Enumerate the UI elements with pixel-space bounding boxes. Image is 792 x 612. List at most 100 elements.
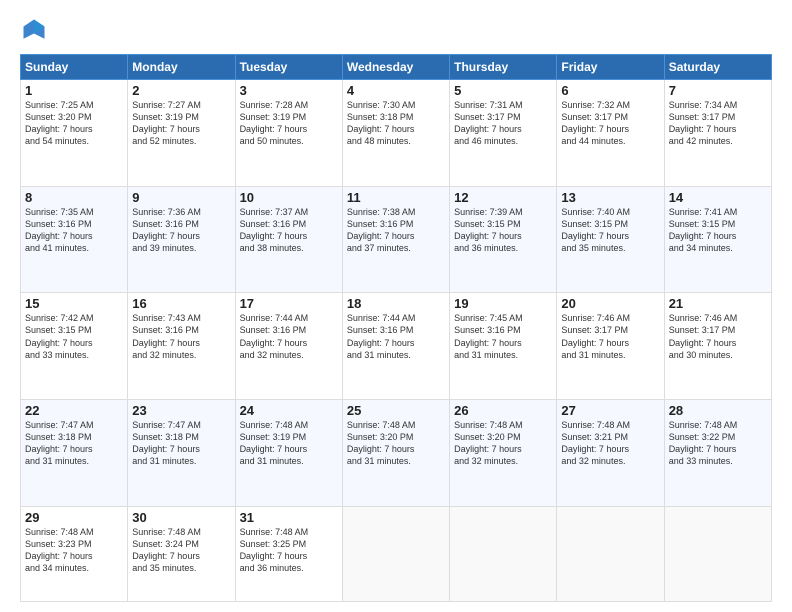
calendar-cell <box>450 506 557 601</box>
cell-info: Sunrise: 7:35 AMSunset: 3:16 PMDaylight:… <box>25 206 123 255</box>
cell-info: Sunrise: 7:48 AMSunset: 3:19 PMDaylight:… <box>240 419 338 468</box>
calendar-cell: 3Sunrise: 7:28 AMSunset: 3:19 PMDaylight… <box>235 80 342 187</box>
day-number: 21 <box>669 296 767 311</box>
calendar-cell: 28Sunrise: 7:48 AMSunset: 3:22 PMDayligh… <box>664 399 771 506</box>
day-number: 29 <box>25 510 123 525</box>
calendar-cell: 26Sunrise: 7:48 AMSunset: 3:20 PMDayligh… <box>450 399 557 506</box>
calendar-cell: 10Sunrise: 7:37 AMSunset: 3:16 PMDayligh… <box>235 186 342 293</box>
calendar-cell: 24Sunrise: 7:48 AMSunset: 3:19 PMDayligh… <box>235 399 342 506</box>
cell-info: Sunrise: 7:30 AMSunset: 3:18 PMDaylight:… <box>347 99 445 148</box>
day-number: 18 <box>347 296 445 311</box>
calendar-cell: 20Sunrise: 7:46 AMSunset: 3:17 PMDayligh… <box>557 293 664 400</box>
cell-info: Sunrise: 7:42 AMSunset: 3:15 PMDaylight:… <box>25 312 123 361</box>
calendar-cell: 1Sunrise: 7:25 AMSunset: 3:20 PMDaylight… <box>21 80 128 187</box>
day-number: 14 <box>669 190 767 205</box>
cell-info: Sunrise: 7:32 AMSunset: 3:17 PMDaylight:… <box>561 99 659 148</box>
cell-info: Sunrise: 7:38 AMSunset: 3:16 PMDaylight:… <box>347 206 445 255</box>
calendar-cell: 31Sunrise: 7:48 AMSunset: 3:25 PMDayligh… <box>235 506 342 601</box>
cell-info: Sunrise: 7:27 AMSunset: 3:19 PMDaylight:… <box>132 99 230 148</box>
calendar-cell: 29Sunrise: 7:48 AMSunset: 3:23 PMDayligh… <box>21 506 128 601</box>
cell-info: Sunrise: 7:47 AMSunset: 3:18 PMDaylight:… <box>25 419 123 468</box>
calendar-week-row: 1Sunrise: 7:25 AMSunset: 3:20 PMDaylight… <box>21 80 772 187</box>
cell-info: Sunrise: 7:43 AMSunset: 3:16 PMDaylight:… <box>132 312 230 361</box>
day-number: 17 <box>240 296 338 311</box>
calendar-cell: 9Sunrise: 7:36 AMSunset: 3:16 PMDaylight… <box>128 186 235 293</box>
day-number: 22 <box>25 403 123 418</box>
weekday-header-saturday: Saturday <box>664 55 771 80</box>
day-number: 13 <box>561 190 659 205</box>
day-number: 27 <box>561 403 659 418</box>
calendar-cell: 22Sunrise: 7:47 AMSunset: 3:18 PMDayligh… <box>21 399 128 506</box>
cell-info: Sunrise: 7:44 AMSunset: 3:16 PMDaylight:… <box>240 312 338 361</box>
day-number: 16 <box>132 296 230 311</box>
calendar-cell: 16Sunrise: 7:43 AMSunset: 3:16 PMDayligh… <box>128 293 235 400</box>
day-number: 26 <box>454 403 552 418</box>
day-number: 11 <box>347 190 445 205</box>
day-number: 6 <box>561 83 659 98</box>
weekday-header-row: SundayMondayTuesdayWednesdayThursdayFrid… <box>21 55 772 80</box>
calendar-cell: 21Sunrise: 7:46 AMSunset: 3:17 PMDayligh… <box>664 293 771 400</box>
calendar-cell: 14Sunrise: 7:41 AMSunset: 3:15 PMDayligh… <box>664 186 771 293</box>
day-number: 25 <box>347 403 445 418</box>
weekday-header-tuesday: Tuesday <box>235 55 342 80</box>
day-number: 24 <box>240 403 338 418</box>
cell-info: Sunrise: 7:37 AMSunset: 3:16 PMDaylight:… <box>240 206 338 255</box>
day-number: 9 <box>132 190 230 205</box>
weekday-header-sunday: Sunday <box>21 55 128 80</box>
cell-info: Sunrise: 7:48 AMSunset: 3:20 PMDaylight:… <box>347 419 445 468</box>
cell-info: Sunrise: 7:48 AMSunset: 3:24 PMDaylight:… <box>132 526 230 575</box>
calendar-cell: 11Sunrise: 7:38 AMSunset: 3:16 PMDayligh… <box>342 186 449 293</box>
calendar-week-row: 29Sunrise: 7:48 AMSunset: 3:23 PMDayligh… <box>21 506 772 601</box>
calendar-cell <box>557 506 664 601</box>
calendar-table: SundayMondayTuesdayWednesdayThursdayFrid… <box>20 54 772 602</box>
calendar-cell: 17Sunrise: 7:44 AMSunset: 3:16 PMDayligh… <box>235 293 342 400</box>
day-number: 15 <box>25 296 123 311</box>
calendar-cell <box>664 506 771 601</box>
day-number: 8 <box>25 190 123 205</box>
cell-info: Sunrise: 7:46 AMSunset: 3:17 PMDaylight:… <box>669 312 767 361</box>
calendar-cell: 6Sunrise: 7:32 AMSunset: 3:17 PMDaylight… <box>557 80 664 187</box>
calendar-week-row: 22Sunrise: 7:47 AMSunset: 3:18 PMDayligh… <box>21 399 772 506</box>
cell-info: Sunrise: 7:48 AMSunset: 3:20 PMDaylight:… <box>454 419 552 468</box>
day-number: 30 <box>132 510 230 525</box>
calendar-cell: 27Sunrise: 7:48 AMSunset: 3:21 PMDayligh… <box>557 399 664 506</box>
logo <box>20 16 52 44</box>
day-number: 5 <box>454 83 552 98</box>
calendar-cell: 30Sunrise: 7:48 AMSunset: 3:24 PMDayligh… <box>128 506 235 601</box>
day-number: 4 <box>347 83 445 98</box>
calendar-cell: 18Sunrise: 7:44 AMSunset: 3:16 PMDayligh… <box>342 293 449 400</box>
cell-info: Sunrise: 7:36 AMSunset: 3:16 PMDaylight:… <box>132 206 230 255</box>
calendar-week-row: 8Sunrise: 7:35 AMSunset: 3:16 PMDaylight… <box>21 186 772 293</box>
day-number: 7 <box>669 83 767 98</box>
cell-info: Sunrise: 7:44 AMSunset: 3:16 PMDaylight:… <box>347 312 445 361</box>
header <box>20 16 772 44</box>
day-number: 31 <box>240 510 338 525</box>
logo-icon <box>20 16 48 44</box>
calendar-cell: 23Sunrise: 7:47 AMSunset: 3:18 PMDayligh… <box>128 399 235 506</box>
cell-info: Sunrise: 7:48 AMSunset: 3:25 PMDaylight:… <box>240 526 338 575</box>
weekday-header-monday: Monday <box>128 55 235 80</box>
calendar-cell: 19Sunrise: 7:45 AMSunset: 3:16 PMDayligh… <box>450 293 557 400</box>
day-number: 28 <box>669 403 767 418</box>
weekday-header-thursday: Thursday <box>450 55 557 80</box>
calendar-cell: 2Sunrise: 7:27 AMSunset: 3:19 PMDaylight… <box>128 80 235 187</box>
calendar-cell: 5Sunrise: 7:31 AMSunset: 3:17 PMDaylight… <box>450 80 557 187</box>
cell-info: Sunrise: 7:39 AMSunset: 3:15 PMDaylight:… <box>454 206 552 255</box>
cell-info: Sunrise: 7:41 AMSunset: 3:15 PMDaylight:… <box>669 206 767 255</box>
calendar-cell: 12Sunrise: 7:39 AMSunset: 3:15 PMDayligh… <box>450 186 557 293</box>
cell-info: Sunrise: 7:48 AMSunset: 3:22 PMDaylight:… <box>669 419 767 468</box>
calendar-cell: 15Sunrise: 7:42 AMSunset: 3:15 PMDayligh… <box>21 293 128 400</box>
calendar-cell: 13Sunrise: 7:40 AMSunset: 3:15 PMDayligh… <box>557 186 664 293</box>
calendar-cell: 4Sunrise: 7:30 AMSunset: 3:18 PMDaylight… <box>342 80 449 187</box>
cell-info: Sunrise: 7:25 AMSunset: 3:20 PMDaylight:… <box>25 99 123 148</box>
cell-info: Sunrise: 7:31 AMSunset: 3:17 PMDaylight:… <box>454 99 552 148</box>
day-number: 19 <box>454 296 552 311</box>
day-number: 12 <box>454 190 552 205</box>
cell-info: Sunrise: 7:34 AMSunset: 3:17 PMDaylight:… <box>669 99 767 148</box>
cell-info: Sunrise: 7:40 AMSunset: 3:15 PMDaylight:… <box>561 206 659 255</box>
calendar-cell: 25Sunrise: 7:48 AMSunset: 3:20 PMDayligh… <box>342 399 449 506</box>
cell-info: Sunrise: 7:48 AMSunset: 3:21 PMDaylight:… <box>561 419 659 468</box>
day-number: 1 <box>25 83 123 98</box>
calendar-week-row: 15Sunrise: 7:42 AMSunset: 3:15 PMDayligh… <box>21 293 772 400</box>
cell-info: Sunrise: 7:28 AMSunset: 3:19 PMDaylight:… <box>240 99 338 148</box>
